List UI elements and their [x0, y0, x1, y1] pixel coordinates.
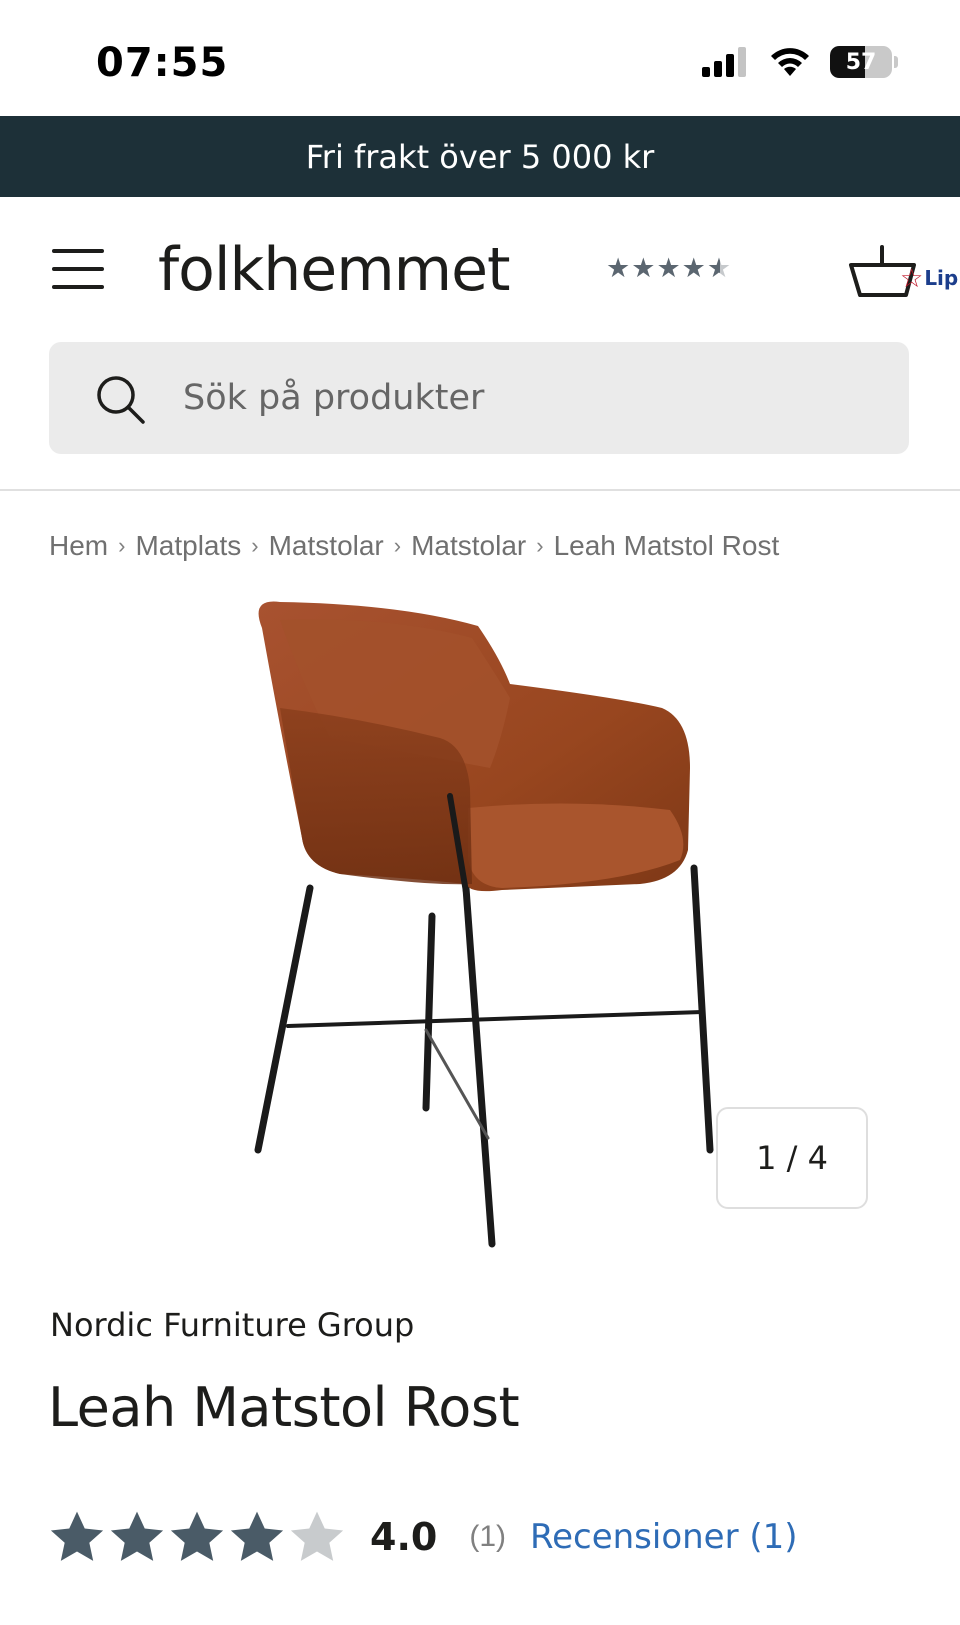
breadcrumb-item[interactable]: Hem — [49, 530, 108, 562]
chevron-right-icon: › — [251, 533, 259, 558]
product-title: Leah Matstol Rost — [48, 1376, 520, 1439]
battery-cap — [894, 56, 898, 68]
product-brand[interactable]: Nordic Furniture Group — [50, 1306, 414, 1344]
search-bar[interactable] — [49, 342, 909, 454]
promo-text: Fri frakt över 5 000 kr — [305, 137, 655, 176]
breadcrumb-item[interactable]: Matplats — [135, 530, 241, 562]
status-time: 07:55 — [96, 40, 229, 86]
signal-icon — [702, 47, 746, 77]
product-rating: 4.0 (1) Recensioner (1) — [48, 1508, 798, 1566]
battery-level: 57 — [845, 49, 877, 75]
site-header: folkhemmet ★ ★ ★ ★ ★ ☆ Lip — [0, 197, 960, 337]
gallery-counter: 1 / 4 — [716, 1107, 868, 1209]
star-icon: ★ — [606, 253, 631, 283]
rating-value: 4.0 — [370, 1515, 438, 1559]
breadcrumb-item[interactable]: Matstolar — [411, 530, 526, 562]
star-badge-icon: ☆ — [900, 263, 924, 293]
chevron-right-icon: › — [393, 533, 402, 558]
star-filled-icon — [230, 1511, 284, 1561]
header-divider — [0, 489, 960, 491]
partner-badge[interactable]: ☆ Lip — [900, 265, 958, 291]
promo-bar: Fri frakt över 5 000 kr — [0, 116, 960, 197]
battery-icon: 57 — [830, 46, 892, 78]
badge-text: Lip — [924, 266, 959, 290]
chevron-right-icon: › — [118, 533, 126, 558]
star-icon: ★ — [656, 253, 681, 283]
star-filled-icon — [170, 1511, 224, 1561]
menu-icon[interactable] — [52, 249, 104, 289]
star-icon: ★ — [681, 253, 706, 283]
chevron-right-icon: › — [536, 533, 544, 558]
half-star-icon: ★ — [706, 253, 732, 283]
star-icon: ★ — [631, 253, 656, 283]
product-image[interactable] — [240, 598, 730, 1252]
search-icon — [97, 376, 145, 424]
star-filled-icon — [50, 1511, 104, 1561]
star-empty-icon — [290, 1511, 344, 1561]
status-icons: 57 — [702, 46, 898, 78]
status-bar: 07:55 57 — [0, 0, 960, 116]
site-logo[interactable]: folkhemmet — [158, 235, 511, 305]
rating-count: (1) — [469, 1520, 506, 1553]
wifi-icon — [771, 48, 809, 76]
trust-rating-stars: ★ ★ ★ ★ ★ — [606, 255, 731, 282]
breadcrumb-current: Leah Matstol Rost — [553, 530, 780, 561]
star-filled-icon — [110, 1511, 164, 1561]
breadcrumb: Hem › Matplats › Matstolar › Matstolar ›… — [49, 530, 779, 562]
search-input[interactable] — [183, 342, 883, 454]
breadcrumb-item[interactable]: Matstolar — [269, 530, 384, 562]
reviews-link[interactable]: Recensioner (1) — [530, 1517, 798, 1557]
rating-stars — [48, 1508, 346, 1566]
